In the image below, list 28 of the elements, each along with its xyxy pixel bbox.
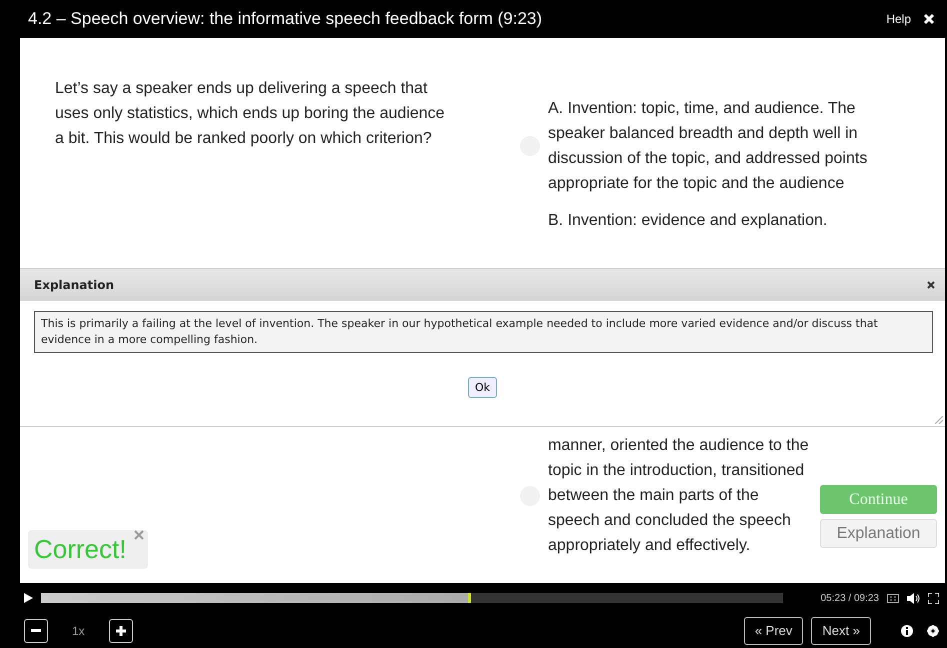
- answer-option: B. Invention: evidence and explanation.: [548, 208, 883, 233]
- speed-label: 1x: [72, 624, 85, 638]
- progress-track[interactable]: [41, 593, 783, 603]
- settings-icon[interactable]: [927, 624, 939, 636]
- slower-button[interactable]: [24, 618, 48, 642]
- ok-button[interactable]: Ok: [468, 377, 498, 398]
- next-button[interactable]: Next »: [811, 616, 871, 644]
- dialog-title: Explanation: [34, 278, 116, 292]
- feedback-text: Correct!: [34, 534, 126, 564]
- fullscreen-icon[interactable]: [928, 592, 939, 604]
- answer-option: manner, oriented the audience to the topic in the introduction, transitioned between the main parts of the speech and concluded the speech appropriately and effectively.: [548, 433, 810, 558]
- close-icon[interactable]: [927, 281, 935, 289]
- time-readout: 05:23 / 09:23: [820, 592, 879, 604]
- explanation-button[interactable]: Explanation: [820, 519, 937, 548]
- resize-grip-icon[interactable]: [935, 416, 943, 424]
- faster-button[interactable]: [108, 618, 133, 642]
- explanation-text: This is primarily a failing at the level of invention. The speaker in our hypothetical example needed to include more varied evidence and/or discuss that evidence in a more compelling fashion.: [34, 311, 933, 353]
- volume-icon[interactable]: [907, 592, 920, 604]
- info-icon[interactable]: [901, 624, 913, 636]
- play-icon[interactable]: [24, 593, 33, 603]
- minus-icon: [31, 628, 41, 632]
- plus-icon: [116, 626, 126, 636]
- prev-button[interactable]: « Prev: [744, 616, 804, 644]
- help-link[interactable]: Help: [886, 12, 911, 26]
- answer-option: A. Invention: topic, time, and audience. The speaker balanced breadth and depth well in discussion of the topic, and addressed points appropriate for the topic and the audience: [548, 96, 883, 196]
- window-title: 4.2 – Speech overview: the informative speech feedback form (9:23): [28, 9, 544, 29]
- question-text: Let’s say a speaker ends up delivering a speech that uses only statistics, which ends up boring the audience a bit. This would be ranked poorly on which criterion?: [55, 79, 446, 149]
- captions-icon[interactable]: [887, 594, 899, 602]
